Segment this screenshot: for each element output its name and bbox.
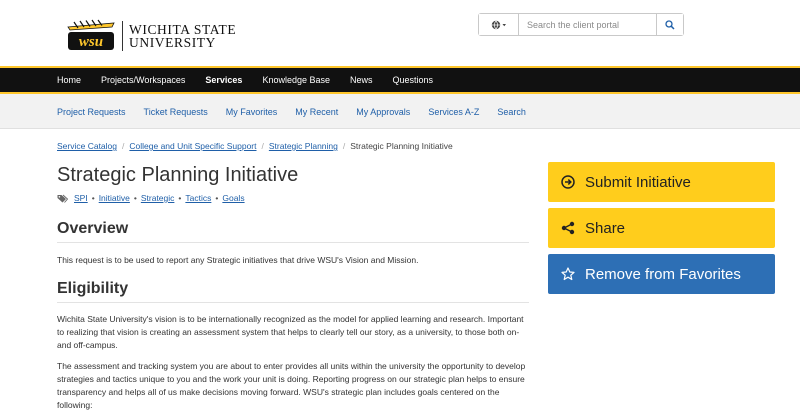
eligibility-paragraph-2: The assessment and tracking system you a…: [57, 361, 526, 410]
university-name: WICHITA STATE UNIVERSITY: [129, 23, 236, 50]
share-icon: [561, 221, 575, 235]
page-title: Strategic Planning Initiative: [57, 164, 299, 186]
tag-separator: •: [133, 193, 137, 203]
breadcrumb-separator: /: [261, 141, 264, 151]
main-navigation: Home Projects/Workspaces Services Knowle…: [0, 66, 800, 94]
overview-heading: Overview: [57, 220, 529, 243]
subnav-my-favorites[interactable]: My Favorites: [217, 107, 287, 117]
nav-news[interactable]: News: [340, 75, 383, 85]
search-input[interactable]: [519, 14, 656, 35]
breadcrumb-separator: /: [342, 141, 346, 151]
subnav-project-requests[interactable]: Project Requests: [48, 107, 135, 117]
search-button[interactable]: [656, 14, 683, 35]
submit-initiative-label: Submit Initiative: [585, 173, 691, 191]
breadcrumb-service-catalog[interactable]: Service Catalog: [57, 141, 117, 151]
site-header: wsu WICHITA STATE UNIVERSITY: [0, 0, 800, 66]
star-outline-icon: [561, 267, 575, 281]
logo-line-2: UNIVERSITY: [129, 35, 216, 50]
wsu-shocker-logo-icon: wsu: [67, 19, 115, 50]
nav-services[interactable]: Services: [195, 75, 252, 85]
share-label: Share: [585, 219, 626, 237]
breadcrumb-college-unit-support[interactable]: College and Unit Specific Support: [129, 141, 256, 151]
university-logo[interactable]: wsu WICHITA STATE UNIVERSITY: [66, 19, 236, 53]
submit-initiative-button[interactable]: Submit Initiative: [548, 162, 775, 202]
tags-icon: [57, 194, 68, 203]
subnav-services-a-z[interactable]: Services A-Z: [419, 107, 488, 117]
tag-goals[interactable]: Goals: [222, 193, 244, 203]
tag-tactics[interactable]: Tactics: [185, 193, 211, 203]
subnav-search[interactable]: Search: [488, 107, 535, 117]
subnav-my-recent[interactable]: My Recent: [286, 107, 347, 117]
eligibility-heading: Eligibility: [57, 280, 529, 303]
svg-text:wsu: wsu: [79, 34, 103, 50]
arrow-circle-right-icon: [561, 175, 575, 189]
breadcrumb: Service Catalog / College and Unit Speci…: [57, 141, 453, 151]
remove-from-favorites-label: Remove from Favorites: [585, 265, 741, 283]
logo-divider: [122, 21, 123, 51]
language-dropdown-button[interactable]: [479, 14, 519, 35]
tag-separator: •: [91, 193, 95, 203]
search-icon: [665, 19, 675, 30]
remove-from-favorites-button[interactable]: Remove from Favorites: [548, 254, 775, 294]
tag-strategic[interactable]: Strategic: [141, 193, 175, 203]
breadcrumb-strategic-planning[interactable]: Strategic Planning: [269, 141, 338, 151]
subnav-my-approvals[interactable]: My Approvals: [347, 107, 419, 117]
nav-knowledge-base[interactable]: Knowledge Base: [252, 75, 340, 85]
tag-separator: •: [178, 193, 182, 203]
subnav-ticket-requests[interactable]: Ticket Requests: [135, 107, 217, 117]
overview-text: This request is to be used to report any…: [57, 255, 419, 265]
nav-home[interactable]: Home: [47, 75, 91, 85]
services-subnavigation: Project Requests Ticket Requests My Favo…: [0, 94, 800, 129]
tag-initiative[interactable]: Initiative: [99, 193, 130, 203]
nav-projects-workspaces[interactable]: Projects/Workspaces: [91, 75, 195, 85]
portal-search: [478, 13, 684, 36]
share-button[interactable]: Share: [548, 208, 775, 248]
nav-questions[interactable]: Questions: [383, 75, 444, 85]
breadcrumb-current: Strategic Planning Initiative: [350, 141, 453, 151]
eligibility-paragraph-1: Wichita State University's vision is to …: [57, 314, 524, 350]
breadcrumb-separator: /: [122, 141, 125, 151]
tag-list: SPI • Initiative • Strategic • Tactics •…: [57, 193, 245, 203]
globe-icon: [491, 20, 506, 29]
tag-separator: •: [215, 193, 219, 203]
tag-spi[interactable]: SPI: [74, 193, 88, 203]
